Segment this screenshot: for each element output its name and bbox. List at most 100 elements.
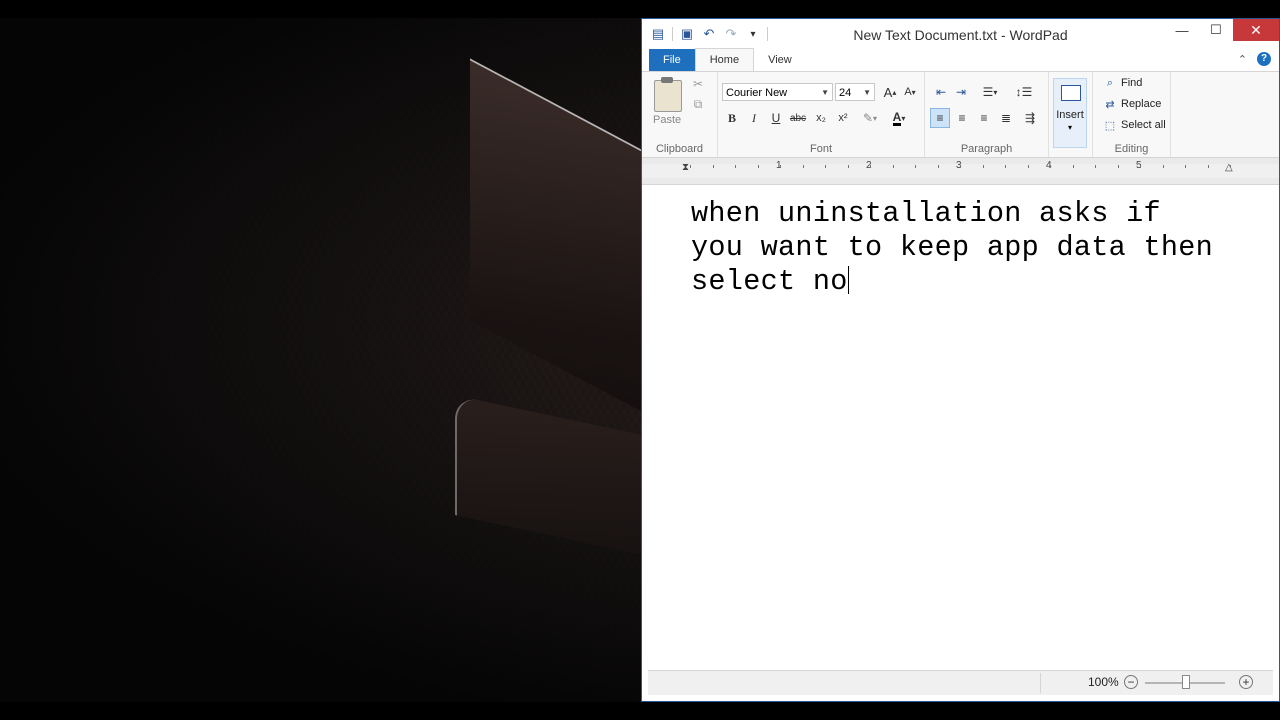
text-caret — [847, 266, 849, 294]
ruler-tick — [735, 165, 736, 168]
italic-button[interactable]: I — [744, 108, 764, 128]
font-group: Courier New ▼ 24 ▼ A ▴ A ▾ B I U abc x₂ x² ✎… — [718, 72, 925, 157]
chevron-down-icon: ▼ — [821, 88, 829, 97]
paste-icon[interactable] — [654, 77, 682, 112]
line-spacing-icon[interactable]: ↕☰ — [1009, 82, 1039, 102]
font-family-value: Courier New — [726, 87, 788, 99]
chevron-down-icon: ▾ — [873, 113, 878, 123]
ruler-tick — [1162, 165, 1164, 168]
zoom-in-button[interactable]: + — [1239, 675, 1253, 689]
paste-label[interactable]: Paste — [653, 114, 681, 126]
select-all-button[interactable]: ⬚ Select all — [1103, 116, 1166, 134]
undo-icon[interactable]: ↶ — [701, 26, 717, 42]
wordpad-app-icon[interactable]: ▤ — [650, 26, 666, 42]
right-indent-marker-icon[interactable]: △ — [1225, 162, 1233, 173]
ruler-tick — [690, 165, 691, 168]
text-color-button[interactable]: A ▾ — [886, 108, 912, 128]
ruler-tick — [1117, 165, 1119, 168]
document-area[interactable]: when uninstallation asks if you want to … — [648, 185, 1273, 671]
zoom-level: 100% — [1088, 675, 1119, 689]
grow-arrow-icon: ▴ — [892, 87, 897, 97]
align-center-icon[interactable]: ≡ — [952, 108, 972, 128]
bullet-list-icon[interactable]: ☰ ▾ — [975, 82, 1005, 102]
align-left-icon[interactable]: ≡ — [930, 108, 950, 128]
title-bar[interactable]: ▤ ▣ ↶ ↷ ▾ New Text Document.txt - WordPa… — [642, 19, 1279, 49]
close-button[interactable]: ✕ — [1233, 19, 1279, 41]
strikethrough-button[interactable]: abc — [788, 108, 808, 128]
select-all-icon: ⬚ — [1104, 119, 1116, 132]
decrease-indent-icon[interactable]: ⇤ — [931, 82, 951, 102]
tab-file[interactable]: File — [649, 49, 695, 71]
shrink-arrow-icon: ▾ — [911, 87, 916, 97]
chevron-down-icon: ▾ — [901, 113, 906, 123]
zoom-slider-thumb[interactable] — [1182, 675, 1190, 689]
ruler-tick — [1185, 165, 1186, 168]
replace-label: Replace — [1121, 98, 1162, 110]
chevron-down-icon: ▾ — [993, 87, 998, 97]
justify-icon[interactable]: ≣ — [996, 108, 1016, 128]
qat-divider — [672, 27, 673, 41]
tab-view[interactable]: View — [754, 49, 806, 71]
font-family-select[interactable]: Courier New ▼ — [722, 83, 833, 101]
customize-qat-icon[interactable]: ▾ — [745, 26, 761, 42]
highlight-color-button[interactable]: ✎ ▾ — [857, 108, 883, 128]
redo-icon[interactable]: ↷ — [723, 26, 739, 42]
bold-button[interactable]: B — [722, 108, 742, 128]
ruler-tick — [1207, 165, 1209, 168]
ruler-tick — [1027, 165, 1029, 168]
find-label: Find — [1121, 77, 1143, 89]
insert-group: Insert ▾ — [1049, 72, 1093, 157]
paragraph-settings-icon[interactable]: ⇶ — [1020, 108, 1040, 128]
font-size-select[interactable]: 24 ▼ — [835, 83, 875, 101]
text-color-label: A — [892, 109, 902, 126]
quick-access-toolbar: ▤ ▣ ↶ ↷ ▾ — [642, 19, 768, 49]
qat-divider-end — [767, 27, 768, 41]
replace-icon: ⇄ — [1105, 98, 1115, 111]
clipboard-group-label: Clipboard — [655, 143, 704, 155]
increase-indent-icon[interactable]: ⇥ — [951, 82, 971, 102]
paragraph-group-label: Paragraph — [960, 143, 1013, 155]
ruler-tick — [915, 165, 916, 168]
superscript-button[interactable]: x² — [833, 108, 853, 128]
picture-icon — [1061, 85, 1081, 101]
chevron-down-icon: ▾ — [1067, 123, 1072, 132]
minimize-button[interactable]: — — [1165, 19, 1199, 41]
status-divider — [1040, 673, 1041, 693]
help-icon[interactable]: ? — [1257, 52, 1271, 66]
document-text[interactable]: when uninstallation asks if you want to … — [691, 197, 1251, 299]
tab-home[interactable]: Home — [694, 48, 755, 71]
grow-font-button[interactable]: A ▴ — [880, 82, 900, 102]
replace-button[interactable]: ⇄ Replace — [1103, 95, 1161, 113]
ruler-tick — [847, 165, 849, 168]
ruler-tick — [937, 165, 939, 168]
ruler-tick — [825, 165, 826, 168]
binoculars-icon: ⌕ — [1106, 76, 1114, 89]
ribbon-right-controls: ⌃ ? — [1238, 52, 1271, 66]
ruler-tick — [1140, 165, 1141, 168]
zoom-out-button[interactable]: − — [1124, 675, 1138, 689]
ruler-tick — [802, 165, 804, 168]
save-icon[interactable]: ▣ — [679, 26, 695, 42]
underline-button[interactable]: U — [766, 108, 786, 128]
maximize-button[interactable]: ☐ — [1199, 19, 1233, 41]
shrink-font-label: A — [904, 86, 912, 98]
cut-icon[interactable]: ✂ — [688, 74, 708, 94]
ruler-tick — [1072, 165, 1074, 168]
ruler[interactable]: ⧗ △ 1 2 3 4 5 — [642, 158, 1279, 185]
insert-label: Insert — [1056, 109, 1084, 121]
ribbon: Paste ✂ ⧉ Clipboard Courier New ▼ 24 ▼ A ▴ … — [642, 71, 1279, 158]
ruler-tick — [892, 165, 894, 168]
indent-marker-icon[interactable]: ⧗ — [682, 162, 689, 173]
insert-button[interactable]: Insert ▾ — [1053, 78, 1087, 148]
find-button[interactable]: ⌕ Find — [1103, 74, 1143, 92]
align-right-icon[interactable]: ≡ — [974, 108, 994, 128]
minimize-ribbon-icon[interactable]: ⌃ — [1238, 53, 1247, 66]
shrink-font-button[interactable]: A ▾ — [900, 82, 920, 102]
copy-icon[interactable]: ⧉ — [688, 94, 708, 114]
ruler-tick — [960, 165, 961, 168]
wordpad-window: ▤ ▣ ↶ ↷ ▾ New Text Document.txt - WordPa… — [641, 18, 1280, 702]
subscript-button[interactable]: x₂ — [811, 108, 831, 128]
ribbon-tabs: File Home View ⌃ ? — [642, 48, 1279, 71]
editing-group-label: Editing — [1114, 143, 1149, 155]
ruler-tick — [1005, 165, 1006, 168]
